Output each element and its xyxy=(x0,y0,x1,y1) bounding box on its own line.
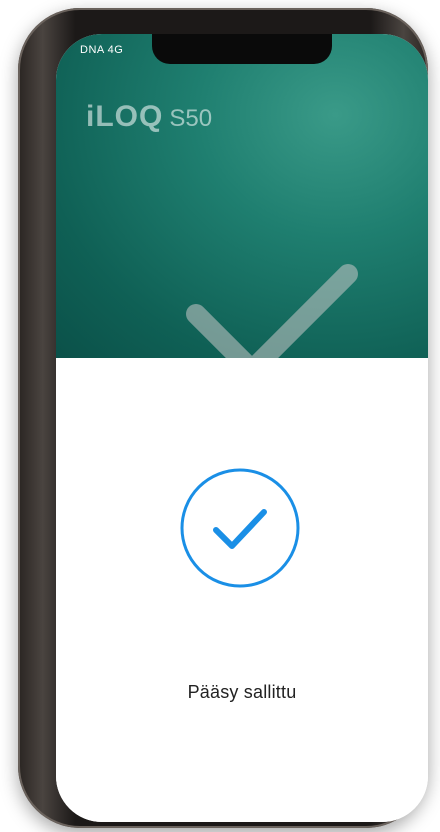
device-notch xyxy=(152,34,332,64)
access-granted-message: Pääsy sallittu xyxy=(187,682,297,702)
header-banner: DNA 4G iLOQ S50 xyxy=(56,34,428,358)
brand-logo: iLOQ S50 xyxy=(86,100,212,134)
status-carrier: DNA 4G xyxy=(80,44,124,56)
result-panel: Pääsy sallittu xyxy=(56,358,428,822)
phone-frame: DNA 4G iLOQ S50 Pääsy sallittu xyxy=(18,8,428,828)
app-screen: DNA 4G iLOQ S50 Pääsy sallittu xyxy=(56,34,428,822)
brand-logo-text: iLOQ xyxy=(86,100,164,133)
background-checkmark-icon xyxy=(186,264,358,358)
check-circle-icon xyxy=(180,468,300,588)
brand-model-text: S50 xyxy=(169,105,213,132)
